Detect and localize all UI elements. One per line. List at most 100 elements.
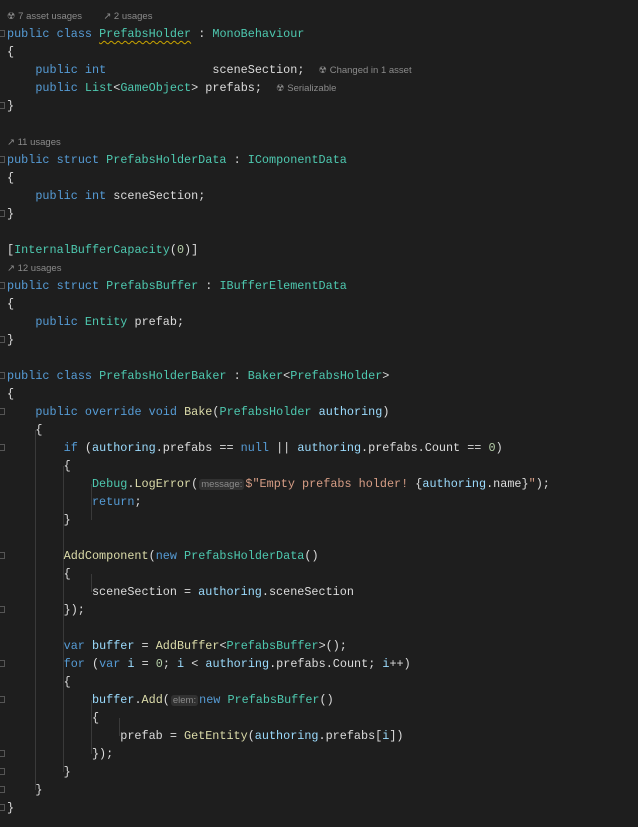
code-line[interactable]: if (authoring.prefabs == null || authori… (7, 439, 503, 457)
code-token: null (240, 441, 269, 455)
fold-marker-icon[interactable] (0, 786, 5, 793)
fold-marker-icon[interactable] (0, 750, 5, 757)
code-line[interactable]: }); (7, 745, 113, 763)
code-line[interactable]: public struct PrefabsBuffer : IBufferEle… (7, 277, 347, 295)
code-token: >(); (318, 639, 347, 653)
code-line[interactable]: { (7, 385, 14, 403)
fold-marker-icon[interactable] (0, 606, 5, 613)
code-line[interactable]: Debug.LogError(message: $"Empty prefabs h… (7, 475, 550, 493)
code-line[interactable]: return; (7, 493, 142, 511)
code-token: int (84, 189, 107, 203)
fold-marker-icon[interactable] (0, 768, 5, 775)
code-line[interactable]: } (7, 799, 14, 817)
code-token: ( (191, 477, 199, 491)
fold-marker-icon[interactable] (0, 804, 5, 811)
code-line[interactable]: [InternalBufferCapacity(0)] (7, 241, 198, 259)
fold-marker-icon[interactable] (0, 102, 5, 109)
code-vision-hint[interactable]: ↗ 11 usages (7, 137, 61, 148)
code-vision-hint[interactable]: ↗ 2 usages (103, 11, 152, 22)
code-editor[interactable]: ☢ 7 asset usages ↗ 2 usages public class … (0, 0, 638, 827)
fold-marker-icon[interactable] (0, 156, 5, 163)
fold-marker-icon[interactable] (0, 282, 5, 289)
code-line[interactable]: public class PrefabsHolder : MonoBehavio… (7, 25, 304, 43)
code-token: ( (148, 549, 156, 563)
code-token: authoring (318, 405, 383, 419)
code-line[interactable]: public Entity prefab; (7, 313, 184, 331)
code-token: { (7, 423, 43, 437)
code-line[interactable]: } (7, 763, 71, 781)
code-line[interactable]: public class PrefabsHolderBaker : Baker<… (7, 367, 389, 385)
code-line[interactable]: } (7, 205, 14, 223)
code-token: public (35, 63, 78, 77)
code-token: ) (382, 405, 390, 419)
code-vision-hint[interactable]: ☢ Serializable (276, 83, 336, 94)
code-token: : (226, 369, 248, 383)
code-token: : (191, 27, 213, 41)
code-line[interactable]: public int sceneSection; ☢ Changed in 1 … (7, 61, 412, 79)
code-token: AddBuffer (155, 639, 220, 653)
fold-marker-icon[interactable] (0, 336, 5, 343)
code-token: AddComponent (63, 549, 149, 563)
code-token: struct (56, 153, 100, 167)
fold-marker-icon[interactable] (0, 444, 5, 451)
code-token: authoring (297, 441, 362, 455)
code-token: { (7, 171, 15, 185)
code-line[interactable]: AddComponent(new PrefabsHolderData() (7, 547, 319, 565)
code-line[interactable]: }); (7, 601, 85, 619)
code-token: ++) (389, 657, 411, 671)
code-line[interactable]: } (7, 511, 71, 529)
code-token: = (134, 639, 156, 653)
code-line[interactable]: { (7, 421, 42, 439)
code-token: new (155, 549, 177, 563)
fold-marker-icon[interactable] (0, 372, 5, 379)
code-line[interactable]: ☢ 7 asset usages ↗ 2 usages (7, 7, 152, 25)
code-line[interactable]: ↗ 12 usages (7, 259, 61, 277)
code-line[interactable]: var buffer = AddBuffer<PrefabsBuffer>(); (7, 637, 347, 655)
code-token: }); (7, 603, 85, 617)
code-token: { (7, 45, 15, 59)
fold-marker-icon[interactable] (0, 408, 5, 415)
code-line[interactable]: public override void Bake(PrefabsHolder … (7, 403, 389, 421)
code-vision-hint[interactable]: ☢ Changed in 1 asset (319, 65, 412, 76)
fold-marker-icon[interactable] (0, 210, 5, 217)
code-line[interactable]: { (7, 295, 14, 313)
code-token: void (148, 405, 177, 419)
code-line[interactable]: prefab = GetEntity(authoring.prefabs[i]) (7, 727, 403, 745)
code-line[interactable]: public struct PrefabsHolderData : ICompo… (7, 151, 347, 169)
code-line[interactable]: sceneSection = authoring.sceneSection (7, 583, 354, 601)
fold-marker-icon[interactable] (0, 30, 5, 37)
code-line[interactable]: { (7, 169, 14, 187)
code-vision-hint[interactable]: ☢ 7 asset usages (7, 11, 82, 22)
code-line[interactable]: { (7, 43, 14, 61)
code-line[interactable]: } (7, 97, 14, 115)
code-line[interactable]: { (7, 709, 99, 727)
code-token: for (63, 657, 85, 671)
code-line[interactable]: { (7, 565, 71, 583)
code-token: { (7, 387, 15, 401)
code-token: ; (297, 63, 319, 77)
code-line[interactable]: ↗ 11 usages (7, 133, 61, 151)
code-line[interactable]: for (var i = 0; i < authoring.prefabs.Co… (7, 655, 411, 673)
fold-marker-icon[interactable] (0, 552, 5, 559)
code-line[interactable]: public int sceneSection; (7, 187, 205, 205)
code-vision-hint[interactable]: ↗ 12 usages (7, 263, 61, 274)
fold-marker-icon[interactable] (0, 696, 5, 703)
code-line[interactable]: public List<GameObject> prefabs; ☢ Seria… (7, 79, 336, 97)
code-line[interactable]: { (7, 457, 71, 475)
code-line[interactable]: { (7, 673, 71, 691)
code-line[interactable]: } (7, 781, 42, 799)
fold-marker-icon[interactable] (0, 660, 5, 667)
code-line[interactable]: } (7, 331, 14, 349)
code-line[interactable]: buffer.Add(elem: new PrefabsBuffer() (7, 691, 334, 709)
code-token: < (219, 639, 227, 653)
code-token: || (268, 441, 298, 455)
